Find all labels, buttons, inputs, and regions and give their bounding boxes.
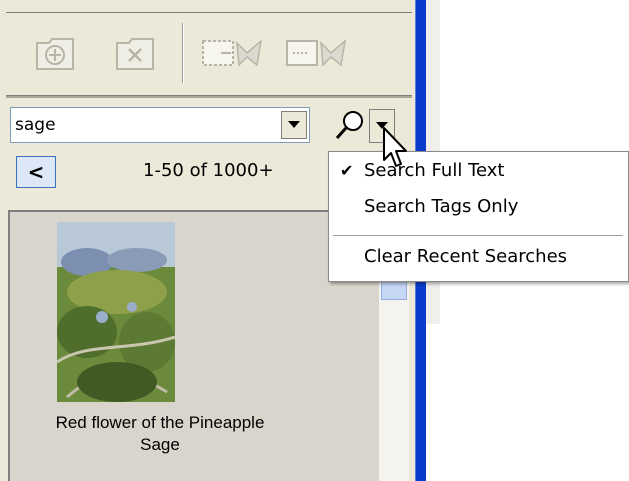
mouse-cursor-icon bbox=[383, 127, 407, 167]
previous-page-label: < bbox=[27, 160, 45, 184]
toolbar-separator bbox=[182, 23, 184, 83]
previous-page-button[interactable]: < bbox=[16, 156, 56, 188]
menu-item-search-full-text[interactable]: ✔ Search Full Text bbox=[329, 157, 628, 187]
insert-after-button[interactable] bbox=[282, 29, 352, 79]
insert-before-icon bbox=[202, 39, 263, 67]
delete-folder-icon bbox=[116, 38, 154, 70]
search-input[interactable] bbox=[15, 113, 275, 137]
new-folder-icon bbox=[36, 38, 74, 70]
new-folder-button[interactable] bbox=[26, 29, 86, 79]
result-caption: Red flower of the Pineapple Sage bbox=[10, 412, 310, 456]
insert-after-icon bbox=[286, 39, 347, 67]
magnifier-icon bbox=[335, 111, 363, 140]
caption-line-1: Red flower of the Pineapple bbox=[55, 413, 265, 432]
menu-item-label: Search Tags Only bbox=[364, 196, 519, 217]
results-list: Red flower of the Pineapple Sage bbox=[8, 210, 379, 481]
caption-line-2: Sage bbox=[140, 435, 180, 454]
chevron-down-icon bbox=[288, 121, 300, 128]
menu-separator bbox=[333, 235, 623, 236]
search-button[interactable] bbox=[333, 107, 367, 143]
result-thumbnail[interactable] bbox=[57, 222, 175, 402]
delete-folder-button[interactable] bbox=[106, 29, 166, 79]
result-range: 1-50 of 1000+ bbox=[143, 160, 274, 181]
menu-item-clear-recent-searches[interactable]: Clear Recent Searches bbox=[329, 243, 628, 273]
toolbar bbox=[6, 12, 412, 96]
toolbar-divider bbox=[6, 96, 412, 98]
menu-item-label: Clear Recent Searches bbox=[364, 246, 568, 267]
search-combo[interactable] bbox=[10, 107, 310, 143]
search-options-menu: ✔ Search Full Text Search Tags Only Clea… bbox=[328, 151, 629, 282]
photo-image bbox=[57, 222, 175, 402]
history-dropdown-button[interactable] bbox=[281, 111, 307, 139]
menu-item-search-tags-only[interactable]: Search Tags Only bbox=[329, 193, 628, 223]
checkmark-icon: ✔ bbox=[340, 161, 354, 180]
insert-before-button[interactable] bbox=[198, 29, 268, 79]
scrollbar-thumb[interactable] bbox=[381, 280, 407, 300]
